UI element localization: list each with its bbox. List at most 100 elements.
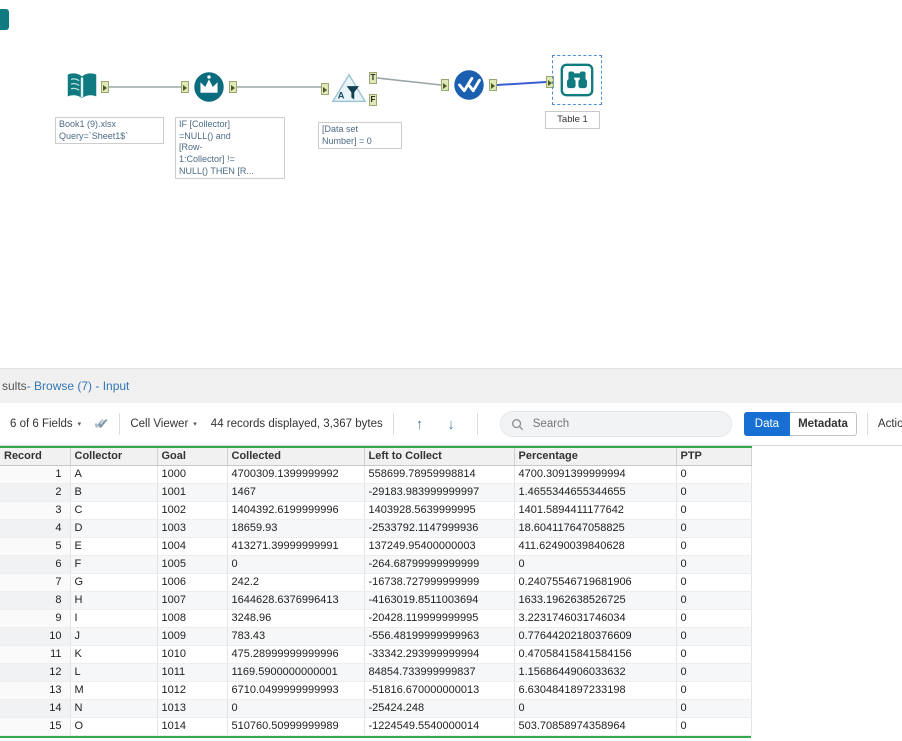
data-cell[interactable]: M — [70, 681, 158, 700]
data-cell[interactable]: 0 — [676, 555, 752, 574]
data-cell[interactable]: 0.47058415841584156 — [514, 645, 677, 664]
data-cell[interactable]: O — [70, 717, 158, 736]
data-cell[interactable]: 1008 — [157, 609, 228, 628]
apply-check-icon[interactable]: ✔ ✔ — [93, 415, 109, 433]
data-cell[interactable]: 0 — [676, 699, 752, 718]
data-cell[interactable]: 6.6304841897233198 — [514, 681, 677, 700]
column-header-goal[interactable]: Goal — [157, 447, 228, 466]
data-cell[interactable]: 0 — [676, 465, 752, 484]
search-box[interactable] — [499, 411, 732, 437]
data-cell[interactable]: 0 — [676, 591, 752, 610]
data-cell[interactable]: 1.4655344655344655 — [514, 483, 677, 502]
data-cell[interactable]: 137249.95400000003 — [364, 537, 515, 556]
data-cell[interactable]: 0 — [676, 609, 752, 628]
data-cell[interactable]: 0.77644202180376609 — [514, 627, 677, 646]
actions-menu[interactable]: Actions — [878, 418, 902, 430]
data-cell[interactable]: 1403928.5639999995 — [364, 501, 515, 520]
data-cell[interactable]: 0 — [676, 681, 752, 700]
record-number-cell[interactable]: 5 — [0, 537, 71, 556]
data-cell[interactable]: 413271.39999999991 — [227, 537, 365, 556]
data-cell[interactable]: -1224549.5540000014 — [364, 717, 515, 736]
search-input[interactable] — [530, 417, 705, 431]
data-cell[interactable]: 0 — [676, 717, 752, 736]
data-cell[interactable]: -33342.293999999994 — [364, 645, 515, 664]
record-number-cell[interactable]: 13 — [0, 681, 71, 700]
data-cell[interactable]: 0 — [676, 519, 752, 538]
data-cell[interactable]: A — [70, 465, 158, 484]
data-cell[interactable]: 6710.0499999999993 — [227, 681, 365, 700]
record-number-cell[interactable]: 8 — [0, 591, 71, 610]
fields-dropdown[interactable]: 6 of 6 Fields ▾ — [10, 418, 81, 430]
data-cell[interactable]: 0 — [514, 555, 677, 574]
data-cell[interactable]: 1002 — [157, 501, 228, 520]
data-cell[interactable]: 475.28999999999996 — [227, 645, 365, 664]
data-cell[interactable]: 18.604117647058825 — [514, 519, 677, 538]
record-number-cell[interactable]: 9 — [0, 609, 71, 628]
data-cell[interactable]: 0 — [676, 627, 752, 646]
record-number-cell[interactable]: 11 — [0, 645, 71, 664]
record-number-cell[interactable]: 12 — [0, 663, 71, 682]
output-anchor[interactable] — [101, 81, 109, 93]
input-data-tool[interactable] — [63, 68, 101, 106]
data-cell[interactable]: 0 — [676, 663, 752, 682]
data-cell[interactable]: 1004 — [157, 537, 228, 556]
record-number-cell[interactable]: 4 — [0, 519, 71, 538]
metadata-view-button[interactable]: Metadata — [790, 412, 857, 436]
data-cell[interactable]: I — [70, 609, 158, 628]
browse-tool[interactable] — [558, 61, 596, 99]
data-cell[interactable]: 1169.5900000000001 — [227, 663, 365, 682]
data-cell[interactable]: -25424.248 — [364, 699, 515, 718]
connector[interactable] — [376, 77, 442, 86]
record-number-cell[interactable]: 2 — [0, 483, 71, 502]
false-output-anchor[interactable]: F — [369, 94, 377, 106]
data-cell[interactable]: 1404392.6199999996 — [227, 501, 365, 520]
input-annotation[interactable]: Book1 (9).xlsx Query=`Sheet1$` — [55, 117, 164, 145]
data-cell[interactable]: N — [70, 699, 158, 718]
output-anchor[interactable] — [489, 79, 497, 91]
filter-annotation[interactable]: [Data set Number] = 0 — [318, 122, 402, 150]
data-cell[interactable]: 1006 — [157, 573, 228, 592]
data-cell[interactable]: -20428.119999999995 — [364, 609, 515, 628]
data-cell[interactable]: J — [70, 627, 158, 646]
column-header-collected[interactable]: Collected — [227, 447, 365, 466]
data-cell[interactable]: 3.2231746031746034 — [514, 609, 677, 628]
data-cell[interactable]: 0 — [227, 699, 365, 718]
record-number-cell[interactable]: 3 — [0, 501, 71, 520]
data-cell[interactable]: G — [70, 573, 158, 592]
data-cell[interactable]: B — [70, 483, 158, 502]
input-anchor[interactable] — [441, 79, 449, 91]
record-number-cell[interactable]: 7 — [0, 573, 71, 592]
record-number-cell[interactable]: 15 — [0, 717, 71, 736]
data-cell[interactable]: K — [70, 645, 158, 664]
data-cell[interactable]: -51816.670000000013 — [364, 681, 515, 700]
data-cell[interactable]: 242.2 — [227, 573, 365, 592]
data-cell[interactable]: 510760.50999999989 — [227, 717, 365, 736]
scroll-down-button[interactable]: ↓ — [441, 415, 461, 434]
data-cell[interactable]: 1011 — [157, 663, 228, 682]
data-cell[interactable]: 1.1568644906033632 — [514, 663, 677, 682]
data-cell[interactable]: 1012 — [157, 681, 228, 700]
data-cell[interactable]: 4700.3091399999994 — [514, 465, 677, 484]
data-cell[interactable]: 4700309.1399999992 — [227, 465, 365, 484]
data-cell[interactable]: D — [70, 519, 158, 538]
input-anchor[interactable] — [181, 81, 189, 93]
data-cell[interactable]: 0 — [676, 573, 752, 592]
filter-tool[interactable]: A — [330, 70, 368, 108]
data-cell[interactable]: 1014 — [157, 717, 228, 736]
unique-tool[interactable] — [450, 66, 488, 104]
data-cell[interactable]: C — [70, 501, 158, 520]
data-cell[interactable]: -29183.983999999997 — [364, 483, 515, 502]
browse-tool-label[interactable]: Table 1 — [545, 111, 600, 129]
data-cell[interactable]: 0 — [676, 537, 752, 556]
data-cell[interactable]: 84854.733999999837 — [364, 663, 515, 682]
data-cell[interactable]: 1009 — [157, 627, 228, 646]
record-number-cell[interactable]: 6 — [0, 555, 71, 574]
data-cell[interactable]: 1007 — [157, 591, 228, 610]
record-number-cell[interactable]: 14 — [0, 699, 71, 718]
true-output-anchor[interactable]: T — [369, 72, 377, 84]
data-cell[interactable]: 18659.93 — [227, 519, 365, 538]
data-cell[interactable]: -556.48199999999963 — [364, 627, 515, 646]
data-cell[interactable]: 0 — [676, 483, 752, 502]
record-number-cell[interactable]: 10 — [0, 627, 71, 646]
data-cell[interactable]: 1013 — [157, 699, 228, 718]
